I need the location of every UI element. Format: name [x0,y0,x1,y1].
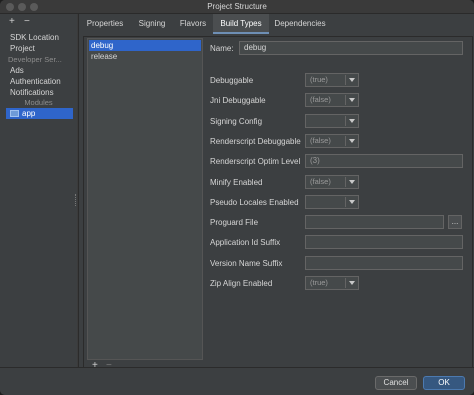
project-structure-window: Project Structure + − SDK Location Proje… [0,0,474,395]
minify-enabled-combo[interactable]: (false) [305,175,359,189]
sidebar-item-label: app [22,109,36,118]
sidebar-item-sdk-location[interactable]: SDK Location [10,33,59,43]
build-types-panel: debug release + − Name: debug Debuggable… [83,36,473,373]
renderscript-debuggable-value: (false) [310,136,331,145]
pseudo-locales-combo[interactable] [305,195,359,209]
browse-button[interactable]: ... [448,215,462,229]
signing-config-combo[interactable] [305,114,359,128]
renderscript-optim-field[interactable]: (3) [305,154,463,168]
cancel-button[interactable]: Cancel [375,376,417,390]
renderscript-debuggable-label: Renderscript Debuggable [210,137,301,146]
jni-debuggable-combo[interactable]: (false) [305,93,359,107]
name-field[interactable]: debug [239,41,463,55]
sidebar-item-project[interactable]: Project [10,44,35,54]
combo-divider [345,197,346,207]
tab-flavors[interactable]: Flavors [173,14,213,34]
combo-divider [345,177,346,187]
chevron-down-icon [349,200,355,204]
add-icon[interactable]: + [9,17,15,27]
window-title: Project Structure [207,2,267,11]
zip-align-value: (true) [310,278,328,287]
proguard-file-field[interactable] [305,215,444,229]
name-label: Name: [210,44,234,53]
remove-icon[interactable]: − [24,17,30,27]
sidebar-item-authentication[interactable]: Authentication [10,77,61,87]
zip-align-combo[interactable]: (true) [305,276,359,290]
sidebar: + − SDK Location Project Developer Ser..… [0,14,77,367]
renderscript-optim-label: Renderscript Optim Level [210,157,301,166]
sidebar-item-notifications[interactable]: Notifications [10,88,54,98]
sidebar-item-app[interactable]: app [6,108,73,119]
build-type-form: Name: debug Debuggable (true) Jni Debugg… [208,37,474,374]
list-item-debug[interactable]: debug [89,40,201,51]
zip-align-label: Zip Align Enabled [210,279,273,288]
chevron-down-icon [349,180,355,184]
combo-divider [345,116,346,126]
jni-debuggable-value: (false) [310,95,331,104]
combo-divider [345,278,346,288]
debuggable-label: Debuggable [210,76,254,85]
pseudo-locales-label: Pseudo Locales Enabled [210,198,299,207]
debuggable-combo[interactable]: (true) [305,73,359,87]
jni-debuggable-label: Jni Debuggable [210,96,266,105]
title-bar: Project Structure [0,0,474,14]
splitter-handle[interactable] [75,194,77,206]
module-folder-icon [10,110,19,117]
combo-divider [345,95,346,105]
build-types-list: debug release [87,38,203,360]
sidebar-header-modules: Modules [24,98,53,107]
chevron-down-icon [349,119,355,123]
chevron-down-icon [349,98,355,102]
application-id-suffix-field[interactable] [305,235,463,249]
tab-build-types[interactable]: Build Types [213,14,269,34]
chevron-down-icon [349,78,355,82]
proguard-file-label: Proguard File [210,218,259,227]
main-content: Properties Signing Flavors Build Types D… [78,14,474,373]
signing-config-label: Signing Config [210,117,263,126]
chevron-down-icon [349,281,355,285]
list-item-release[interactable]: release [89,51,201,62]
version-name-suffix-label: Version Name Suffix [210,259,283,268]
tab-dependencies[interactable]: Dependencies [269,14,331,34]
tab-bar: Properties Signing Flavors Build Types D… [79,14,474,34]
debuggable-value: (true) [310,75,328,84]
version-name-suffix-field[interactable] [305,256,463,270]
combo-divider [345,136,346,146]
dialog-button-bar: Cancel OK [0,367,474,395]
renderscript-optim-value: (3) [310,156,320,165]
minify-enabled-value: (false) [310,177,331,186]
renderscript-debuggable-combo[interactable]: (false) [305,134,359,148]
combo-divider [345,75,346,85]
ok-button[interactable]: OK [423,376,465,390]
tab-signing[interactable]: Signing [131,14,173,34]
sidebar-item-ads[interactable]: Ads [10,66,24,76]
application-id-suffix-label: Application Id Suffix [210,238,281,247]
chevron-down-icon [349,139,355,143]
sidebar-toolbar: + − [0,14,77,32]
sidebar-header-developer-services: Developer Ser... [8,55,62,64]
minify-enabled-label: Minify Enabled [210,178,263,187]
tab-properties[interactable]: Properties [79,14,131,34]
